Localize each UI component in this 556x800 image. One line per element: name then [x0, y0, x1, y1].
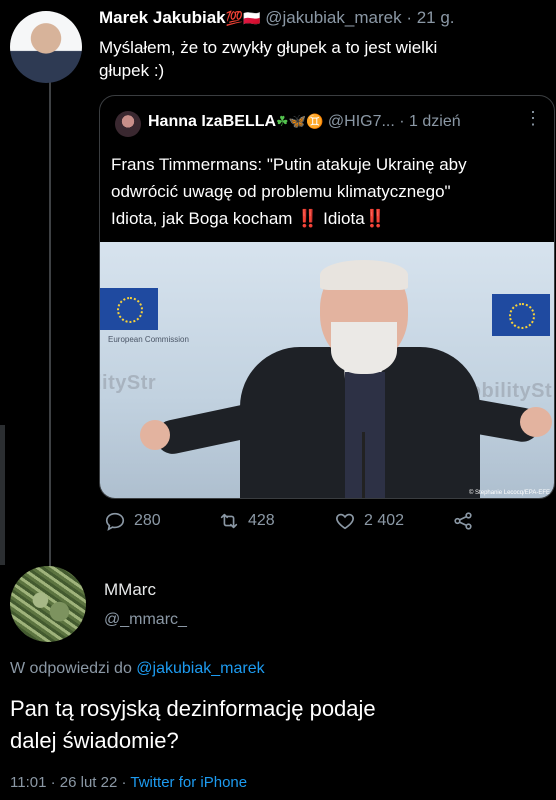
tweet-text-line: Myślałem, że to zwykły głupek a to jest …	[99, 38, 438, 57]
tweet-time[interactable]: · 21 g.	[406, 8, 454, 27]
figure-beard	[331, 322, 397, 374]
quoted-text-fragment: Idiota, jak Boga kocham	[111, 209, 293, 228]
share-button[interactable]	[452, 510, 474, 532]
eu-label: European Commission	[108, 335, 189, 344]
quoted-handle: @HIG7...	[327, 113, 395, 130]
like-count: 2 402	[364, 512, 405, 529]
reply-source-link[interactable]: Twitter for iPhone	[130, 774, 247, 791]
tweet-text-line: głupek :)	[99, 61, 165, 80]
quoted-tweet[interactable]: Hanna IzaBELLA☘🦋♊ @HIG7... · 1 dzień Fra…	[99, 95, 555, 499]
figure-hand	[520, 407, 552, 437]
quoted-text-line: Frans Timmermans: "Putin atakuje Ukrainę…	[111, 155, 467, 174]
author-handle[interactable]: @jakubiak_marek	[265, 8, 401, 27]
reply-author-handle[interactable]: @_mmarc_	[104, 611, 187, 629]
reply-meta: 11:01 · 26 lut 22 · Twitter for iPhone	[10, 774, 247, 791]
retweet-count: 428	[248, 512, 275, 529]
quoted-header: Hanna IzaBELLA☘🦋♊ @HIG7... · 1 dzień	[148, 113, 461, 131]
reply-text-line: dalej świadomie?	[10, 728, 179, 753]
quoted-text: Frans Timmermans: "Putin atakuje Ukrainę…	[111, 151, 551, 232]
reply-timestamp[interactable]: 11:01 · 26 lut 22 ·	[10, 774, 126, 791]
author-badges: 💯🇵🇱	[225, 10, 261, 26]
eu-flag	[492, 294, 550, 336]
quoted-text-line: Idiota, jak Boga kocham ‼️ Idiota‼️	[111, 205, 551, 232]
quoted-author-badges: ☘🦋♊	[276, 113, 324, 129]
quoted-text-line: odwrócić uwagę od problemu klimatycznego…	[111, 182, 451, 201]
quoted-text-fragment: Idiota	[323, 209, 365, 228]
retweet-icon	[220, 513, 238, 529]
quoted-avatar[interactable]	[115, 111, 141, 137]
reply-to-prefix: W odpowiedzi do	[10, 660, 132, 677]
reply-to-line: W odpowiedzi do @jakubiak_marek	[10, 660, 265, 678]
reply-button[interactable]: 280	[104, 510, 161, 532]
figure-vest	[345, 372, 385, 498]
quoted-author-name[interactable]: Hanna IzaBELLA	[148, 113, 276, 130]
quoted-time: · 1 dzień	[399, 113, 461, 130]
speech-bubble-icon	[105, 512, 125, 531]
heart-icon	[336, 513, 354, 530]
left-edge-strip	[0, 425, 5, 565]
avatar[interactable]	[10, 566, 86, 642]
photo-backdrop-text: lityStr	[100, 372, 157, 394]
retweet-button[interactable]: 428	[218, 510, 275, 532]
microphone	[362, 432, 365, 498]
reply-author-name[interactable]: MMarc	[104, 580, 156, 600]
avatar[interactable]	[10, 11, 82, 83]
tweet-text: Myślałem, że to zwykły głupek a to jest …	[99, 36, 437, 82]
reply-to-handle[interactable]: @jakubiak_marek	[136, 660, 264, 677]
like-button[interactable]: 2 402	[334, 510, 404, 532]
reply-count: 280	[134, 512, 161, 529]
reply-text: Pan tą rosyjską dezinformację podaje dal…	[10, 693, 376, 757]
quoted-photo[interactable]: European Commission lityStr #MobilitySt …	[100, 242, 554, 498]
share-icon	[454, 512, 472, 530]
more-dots-icon[interactable]: ⋮	[524, 108, 542, 129]
tweet-header: Marek Jakubiak💯🇵🇱 @jakubiak_marek · 21 g…	[99, 8, 455, 28]
exclamation-icon: ‼️	[364, 209, 386, 228]
figure-hand	[140, 420, 170, 450]
exclamation-icon: ‼️	[297, 209, 319, 228]
reply-text-line: Pan tą rosyjską dezinformację podaje	[10, 696, 376, 721]
eu-flag	[100, 288, 158, 330]
figure-hair	[320, 260, 408, 290]
author-name[interactable]: Marek Jakubiak	[99, 8, 226, 27]
photo-credit: © Stephanie Lecocq/EPA-EFE	[468, 490, 550, 496]
thread-line	[49, 78, 51, 568]
